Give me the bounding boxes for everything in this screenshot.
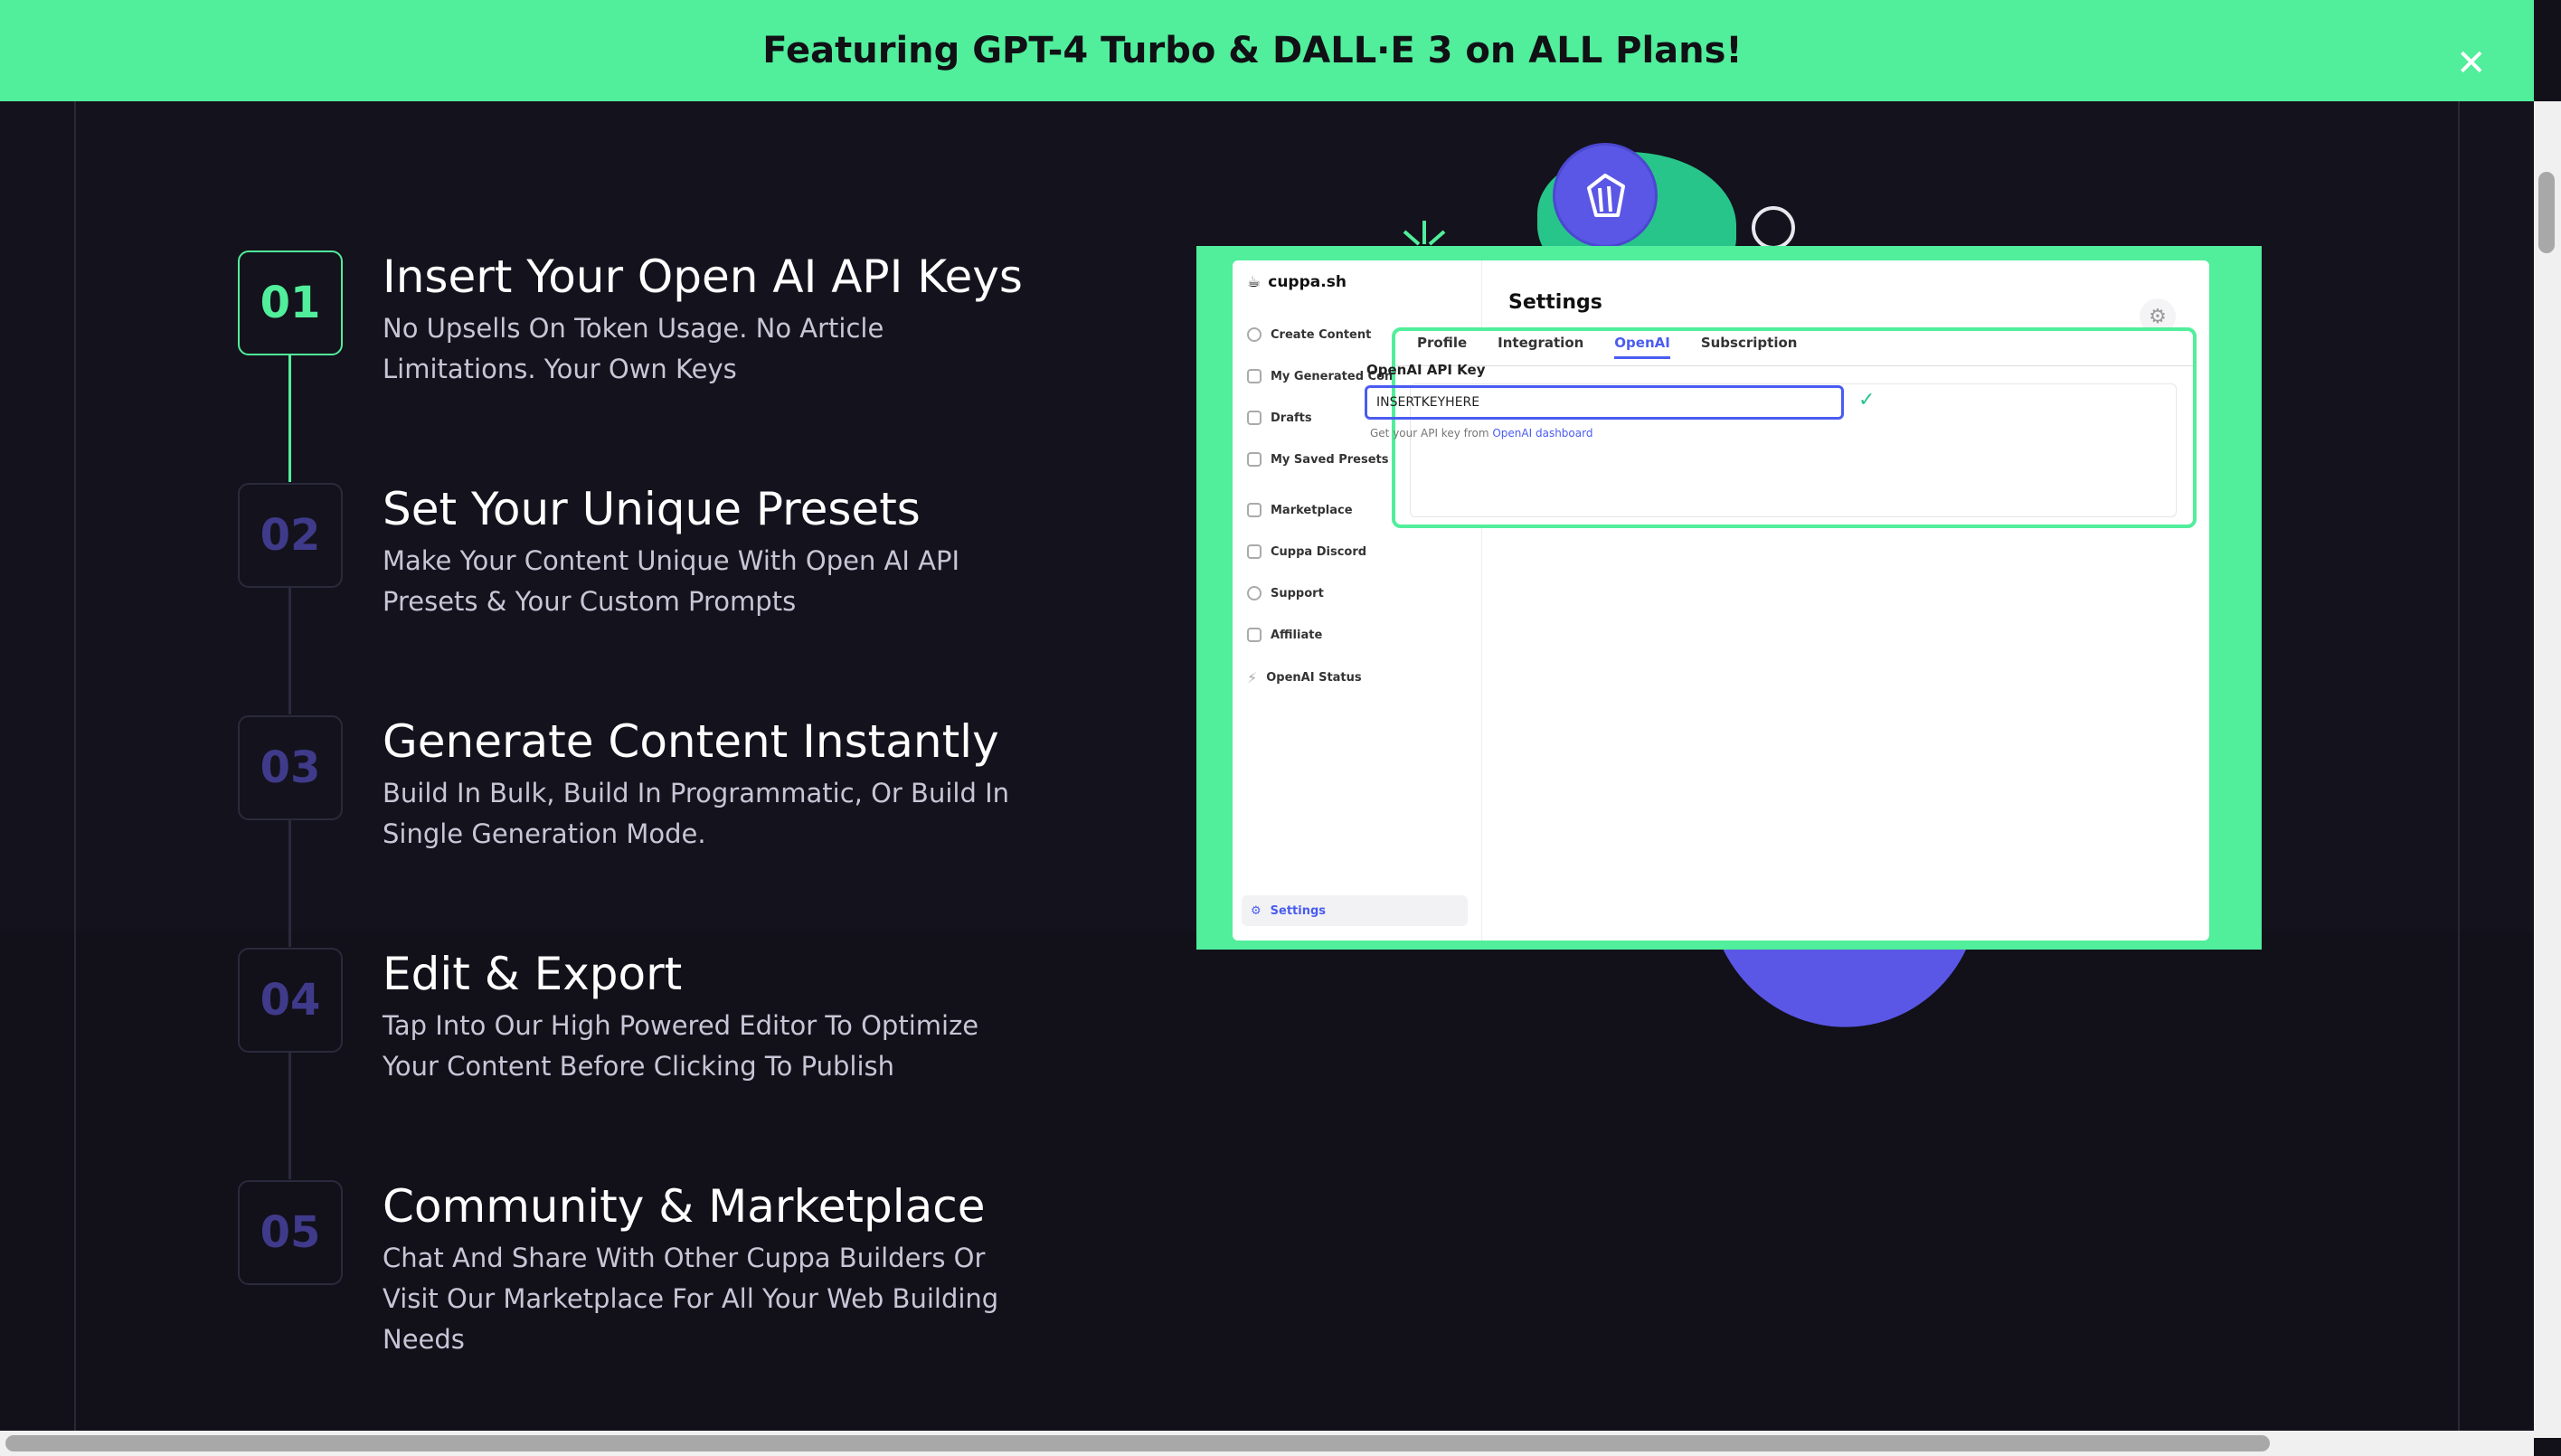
preview-help-link: OpenAI dashboard	[1492, 427, 1593, 440]
horizontal-scrollbar[interactable]	[0, 1431, 2534, 1456]
close-icon[interactable]: ✕	[2456, 45, 2487, 81]
preview-brand-name: cuppa.sh	[1268, 273, 1347, 291]
gear-icon: ⚙	[1251, 903, 1262, 918]
preview-tab-divider	[1395, 365, 2193, 366]
preview-sidebar-label: Support	[1271, 586, 1324, 600]
step-title: Community & Marketplace	[383, 1180, 986, 1233]
preview-sidebar-label: Create Content	[1271, 327, 1372, 342]
promo-banner-text: Featuring GPT-4 Turbo & DALL·E 3 on ALL …	[762, 30, 1743, 71]
step-connector	[288, 1053, 291, 1179]
step-title: Set Your Unique Presets	[383, 483, 921, 535]
preview-sidebar-label: My Saved Presets	[1271, 452, 1389, 467]
step-description: Tap Into Our High Powered Editor To Opti…	[383, 1010, 979, 1082]
step-description: No Upsells On Token Usage. No Article Li…	[383, 313, 884, 384]
preview-sidebar-item: ⚡ OpenAI Status	[1247, 669, 1362, 686]
step-number: 04	[238, 948, 343, 1053]
frame-line-right	[2458, 101, 2460, 1431]
vertical-scrollbar[interactable]	[2534, 101, 2561, 1438]
preview-sidebar-item: Affiliate	[1247, 628, 1322, 642]
preview-tab-openai: OpenAI	[1614, 335, 1670, 359]
preview-sidebar-item: Drafts	[1247, 411, 1312, 425]
preview-sidebar-label: Cuppa Discord	[1271, 544, 1367, 559]
preview-sidebar-item: Support	[1247, 586, 1324, 600]
step-connector	[288, 588, 291, 714]
plus-circle-icon	[1247, 327, 1262, 342]
step-title: Insert Your Open AI API Keys	[383, 251, 1023, 303]
frame-line-left	[74, 101, 76, 1431]
step-description: Chat And Share With Other Cuppa Builders…	[383, 1243, 999, 1355]
preview-sidebar-item: Create Content	[1247, 327, 1371, 342]
list-icon	[1247, 452, 1262, 467]
step-number: 02	[238, 483, 343, 588]
pencil-icon	[1247, 411, 1262, 425]
preview-brand: ☕ cuppa.sh	[1247, 273, 1347, 291]
promo-banner: Featuring GPT-4 Turbo & DALL·E 3 on ALL …	[0, 0, 2534, 101]
step-number: 03	[238, 715, 343, 820]
vertical-scrollbar-thumb[interactable]	[2538, 172, 2555, 253]
preview-tab-profile: Profile	[1417, 335, 1468, 351]
step-title: Generate Content Instantly	[383, 715, 999, 768]
preview-title: Settings	[1508, 291, 1602, 314]
bolt-icon: ⚡	[1247, 669, 1258, 686]
preview-sidebar-item: Cuppa Discord	[1247, 544, 1366, 559]
preview-help-text: Get your API key from OpenAI dashboard	[1370, 427, 1592, 440]
gift-icon	[1247, 628, 1262, 642]
preview-sidebar-item: My Saved Presets	[1247, 452, 1388, 467]
check-icon: ✓	[1858, 389, 1876, 411]
preview-key-input: INSERTKEYHERE	[1365, 385, 1844, 420]
preview-help-prefix: Get your API key from	[1370, 427, 1493, 440]
preview-sidebar-label: OpenAI Status	[1266, 671, 1362, 685]
step-connector	[288, 820, 291, 947]
step-number: 01	[238, 251, 343, 355]
preview-sidebar-settings: ⚙ Settings	[1242, 895, 1468, 926]
folder-icon	[1247, 369, 1262, 383]
step-connector	[288, 355, 291, 482]
bag-icon	[1247, 503, 1262, 517]
decorative-ring	[1752, 206, 1795, 250]
preview-settings-label: Settings	[1270, 903, 1327, 918]
preview-sidebar-item: Marketplace	[1247, 503, 1353, 517]
preview-sidebar-label: Drafts	[1271, 411, 1312, 425]
preview-sidebar-label: Marketplace	[1271, 503, 1353, 517]
preview-key-label: OpenAI API Key	[1366, 362, 1486, 378]
gamepad-icon	[1247, 544, 1262, 559]
preview-tab-integration: Integration	[1498, 335, 1584, 351]
app-preview: ☕ cuppa.sh Create Content My Generated C…	[1233, 260, 2209, 941]
lower-band	[0, 931, 2534, 1438]
preview-tab-subscription: Subscription	[1700, 335, 1798, 351]
step-description: Build In Bulk, Build In Programmatic, Or…	[383, 778, 1009, 849]
cuppa-logo-icon	[1553, 143, 1658, 248]
step-title: Edit & Export	[383, 948, 683, 1000]
cup-icon: ☕	[1247, 273, 1262, 291]
step-description: Make Your Content Unique With Open AI AP…	[383, 545, 960, 617]
preview-sidebar-label: Affiliate	[1271, 628, 1323, 642]
preview-tabs: Profile Integration OpenAI Subscription	[1417, 335, 1797, 359]
step-number: 05	[238, 1180, 343, 1285]
horizontal-scrollbar-thumb[interactable]	[5, 1435, 2270, 1451]
question-icon	[1247, 586, 1262, 600]
